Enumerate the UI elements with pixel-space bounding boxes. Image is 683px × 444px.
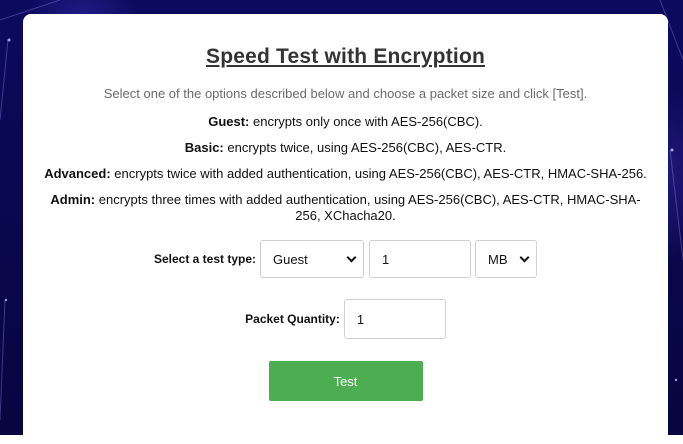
option-name: Advanced:	[44, 166, 111, 181]
packet-quantity-input[interactable]	[343, 299, 446, 339]
option-description-admin: Admin: encrypts three times with added a…	[31, 192, 660, 224]
option-text: encrypts twice, using AES-256(CBC), AES-…	[223, 140, 507, 155]
option-description-basic: Basic: encrypts twice, using AES-256(CBC…	[31, 140, 660, 156]
test-type-label: Select a test type:	[153, 252, 257, 266]
test-type-select[interactable]: Guest	[260, 240, 365, 278]
test-button[interactable]: Test	[268, 361, 423, 401]
page-title: Speed Test with Encryption	[205, 45, 485, 68]
packet-size-input[interactable]	[369, 240, 472, 278]
size-unit-selected-value: MB	[488, 251, 508, 267]
speed-test-card: Speed Test with Encryption Select one of…	[23, 14, 668, 444]
packet-quantity-row: Packet Quantity:	[31, 299, 660, 339]
test-type-selected-value: Guest	[273, 251, 308, 267]
option-description-advanced: Advanced: encrypts twice with added auth…	[31, 166, 660, 182]
instructions-text: Select one of the options described belo…	[103, 86, 588, 101]
test-type-row: Select a test type: Guest MB	[31, 240, 660, 278]
option-description-guest: Guest: encrypts only once with AES-256(C…	[31, 114, 660, 130]
chevron-down-icon	[346, 252, 357, 262]
size-unit-select[interactable]: MB	[475, 240, 538, 278]
option-text: encrypts three times with added authenti…	[95, 192, 641, 223]
option-text: encrypts only once with AES-256(CBC).	[249, 114, 483, 129]
option-name: Admin:	[50, 192, 96, 207]
option-text: encrypts twice with added authentication…	[110, 166, 647, 181]
option-name: Guest:	[208, 114, 250, 129]
packet-quantity-label: Packet Quantity:	[245, 312, 340, 326]
chevron-down-icon	[519, 252, 530, 262]
option-name: Basic:	[184, 140, 224, 155]
